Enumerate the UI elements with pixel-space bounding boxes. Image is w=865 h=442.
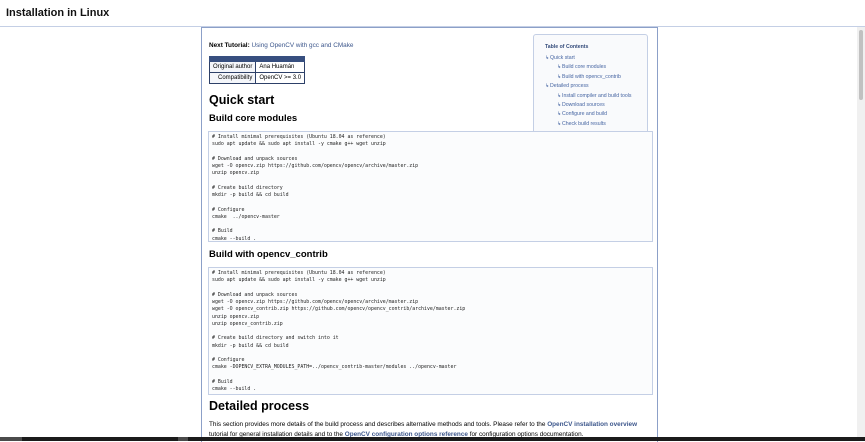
info-value: Ana Huamán (255, 61, 306, 73)
taskbar (0, 437, 865, 441)
installation-overview-link[interactable]: OpenCV installation overview (547, 421, 637, 428)
heading-detailed-process: Detailed process (209, 399, 310, 413)
table-of-contents: Table of Contents Quick start Build core… (533, 34, 648, 141)
info-key: Original author (208, 61, 257, 73)
heading-quick-start: Quick start (209, 93, 275, 107)
code-block-contrib[interactable]: # Install minimal prerequisites (Ubuntu … (208, 267, 653, 395)
toc-title: Table of Contents (545, 44, 589, 50)
next-tutorial: Next Tutorial: Using OpenCV with gcc and… (209, 42, 353, 49)
toc-item-build-with-contrib[interactable]: Build with opencv_contrib (534, 74, 647, 81)
taskbar-start-button[interactable] (0, 437, 22, 441)
page-header: Installation in Linux (0, 0, 865, 27)
info-table-row: Compatibility OpenCV >= 3.0 (208, 72, 306, 84)
toc-list: Quick start Build core modules Build wit… (534, 55, 647, 130)
para-text: This section provides more details of th… (209, 421, 548, 428)
toc-item-detailed-process[interactable]: Detailed process (534, 83, 647, 90)
next-tutorial-link[interactable]: Using OpenCV with gcc and CMake (252, 42, 354, 49)
info-table: Original author Ana Huamán Compatibility… (208, 56, 306, 84)
content-area: Next Tutorial: Using OpenCV with gcc and… (201, 27, 658, 442)
code-block-core[interactable]: # Install minimal prerequisites (Ubuntu … (208, 131, 653, 242)
info-value: OpenCV >= 3.0 (255, 72, 306, 84)
toc-item-configure-and-build[interactable]: Configure and build (534, 111, 647, 118)
next-tutorial-label: Next Tutorial: (209, 42, 250, 49)
info-key: Compatibility (208, 72, 257, 84)
heading-build-core-modules: Build core modules (209, 113, 298, 124)
toc-item-download-sources[interactable]: Download sources (534, 102, 647, 109)
scrollbar-thumb[interactable] (859, 30, 863, 100)
toc-item-build-core-modules[interactable]: Build core modules (534, 64, 647, 71)
toc-item-install-compiler[interactable]: Install compiler and build tools (534, 93, 647, 100)
info-table-row: Original author Ana Huamán (208, 61, 306, 73)
heading-build-with-contrib: Build with opencv_contrib (209, 249, 328, 260)
page-title: Installation in Linux (6, 7, 110, 19)
toc-item-check-build-results[interactable]: Check build results (534, 121, 647, 128)
toc-item-quick-start[interactable]: Quick start (534, 55, 647, 62)
taskbar-app-button[interactable] (178, 437, 188, 441)
